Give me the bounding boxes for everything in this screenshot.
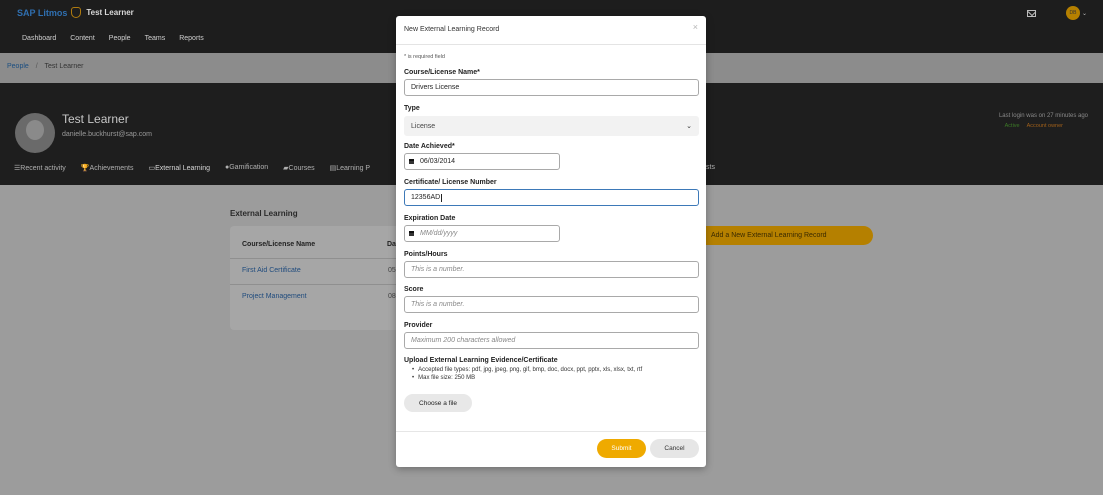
nav-people[interactable]: People	[109, 35, 131, 42]
user-avatar[interactable]: DB	[1065, 6, 1080, 20]
profile-status: Active Account owner	[1005, 123, 1063, 129]
current-learner-name: Test Learner	[86, 8, 134, 17]
expiration-date-input[interactable]: MM/dd/yyyy	[404, 225, 560, 242]
brand-logo[interactable]: SAP Litmos Test Learner	[17, 7, 134, 18]
tab-external-learning[interactable]: ▭External Learning	[149, 164, 211, 172]
main-nav: Dashboard Content People Teams Reports	[22, 35, 204, 42]
external-learning-table: Course/License Name Da First Aid Certifi…	[230, 226, 400, 330]
upload-label: Upload External Learning Evidence/Certif…	[404, 357, 558, 364]
expiration-label: Expiration Date	[404, 215, 456, 222]
nav-dashboard[interactable]: Dashboard	[22, 35, 56, 42]
owl-logo-icon	[71, 7, 82, 18]
certificate-number-value: 12356AD	[411, 194, 441, 201]
breadcrumb-separator: /	[35, 63, 38, 70]
points-label: Points/Hours	[404, 251, 448, 258]
brand-name: SAP Litmos	[17, 7, 68, 18]
provider-input[interactable]: Maximum 200 characters allowed	[404, 332, 699, 349]
profile-email: danielle.buckhurst@sap.com	[62, 131, 152, 138]
expiration-placeholder: MM/dd/yyyy	[420, 230, 458, 237]
nav-content[interactable]: Content	[70, 35, 95, 42]
type-label: Type	[404, 105, 420, 112]
breadcrumb-people[interactable]: People	[7, 63, 29, 70]
nav-reports[interactable]: Reports	[179, 35, 204, 42]
table-row-date: 08	[388, 293, 396, 300]
type-select-value: License	[411, 122, 436, 130]
table-row-link[interactable]: Project Management	[242, 293, 307, 300]
modal-footer-divider	[396, 431, 706, 432]
chevron-down-icon[interactable]: ⌄	[1082, 10, 1087, 17]
tab-achievements[interactable]: 🏆Achievements	[81, 164, 134, 172]
tab-courses[interactable]: ▰Courses	[283, 164, 314, 172]
choose-file-button[interactable]: Choose a file	[404, 394, 472, 412]
accepted-file-types: Accepted file types: pdf, jpg, jpeg, png…	[412, 367, 642, 373]
tab-lists[interactable]: sts	[706, 164, 715, 171]
section-title: External Learning	[230, 209, 298, 218]
required-note: * is required field	[404, 54, 445, 60]
text-cursor	[441, 193, 443, 202]
table-row-link[interactable]: First Aid Certificate	[242, 267, 301, 274]
new-external-learning-modal: New External Learning Record × * is requ…	[396, 16, 706, 467]
tab-learning-paths[interactable]: ▤Learning P	[330, 164, 370, 172]
score-label: Score	[404, 286, 424, 293]
table-row-date: 05	[388, 267, 396, 274]
close-icon[interactable]: ×	[693, 22, 698, 32]
column-header-name: Course/License Name	[242, 241, 316, 248]
breadcrumb-current: Test Learner	[44, 63, 84, 70]
divider	[230, 284, 400, 285]
course-name-input[interactable]: Drivers License	[404, 79, 699, 96]
profile-name: Test Learner	[62, 112, 129, 126]
profile-avatar	[15, 113, 55, 153]
certificate-number-input[interactable]: 12356AD	[404, 189, 699, 206]
status-owner: Account owner	[1026, 123, 1063, 129]
date-achieved-label: Date Achieved*	[404, 143, 455, 150]
points-hours-input[interactable]: This is a number.	[404, 261, 699, 278]
modal-title: New External Learning Record	[404, 26, 500, 33]
mail-icon[interactable]	[1026, 9, 1036, 17]
date-achieved-value: 06/03/2014	[420, 158, 456, 165]
max-file-size: Max file size: 250 MB	[412, 375, 642, 381]
column-header-date: Da	[387, 241, 396, 248]
score-input[interactable]: This is a number.	[404, 296, 699, 313]
add-external-learning-button[interactable]: Add a New External Learning Record	[696, 226, 873, 245]
chevron-down-icon: ⌄	[686, 123, 692, 130]
upload-requirements: Accepted file types: pdf, jpg, jpeg, png…	[412, 367, 642, 383]
tab-gamification[interactable]: ●Gamification	[225, 164, 268, 172]
profile-tabs: ☰Recent activity 🏆Achievements ▭External…	[14, 164, 715, 172]
calendar-icon	[409, 231, 414, 236]
top-right-controls: DB ⌄	[1026, 6, 1087, 20]
tab-recent-activity[interactable]: ☰Recent activity	[14, 164, 66, 172]
modal-header: New External Learning Record ×	[396, 16, 706, 45]
nav-teams[interactable]: Teams	[145, 35, 166, 42]
type-select[interactable]: License ⌄	[404, 116, 699, 136]
submit-button[interactable]: Submit	[597, 439, 646, 458]
calendar-icon	[409, 159, 414, 164]
cancel-button[interactable]: Cancel	[650, 439, 699, 458]
certificate-label: Certificate/ License Number	[404, 179, 497, 186]
date-achieved-input[interactable]: 06/03/2014	[404, 153, 560, 170]
last-login-text: Last login was on 27 minutes ago	[998, 113, 1088, 119]
provider-label: Provider	[404, 322, 433, 329]
course-label: Course/License Name*	[404, 69, 480, 76]
status-active: Active	[1004, 123, 1020, 129]
divider	[230, 258, 400, 259]
